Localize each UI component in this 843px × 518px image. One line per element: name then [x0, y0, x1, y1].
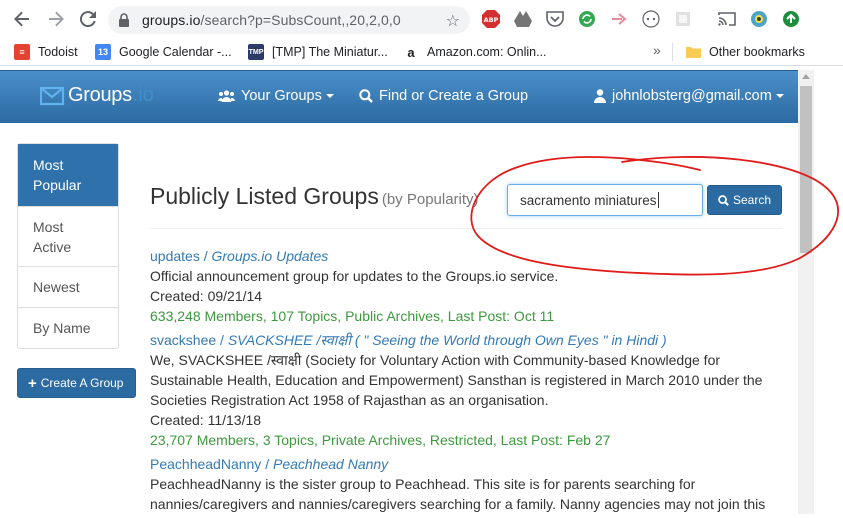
reload-icon[interactable]	[72, 3, 104, 35]
user-email: johnlobsterg@gmail.com	[612, 88, 772, 104]
sort-label: Most Popular	[33, 157, 82, 193]
bookmark-star-icon[interactable]: ☆	[446, 11, 460, 31]
caret-down-icon	[775, 94, 784, 98]
adblock-icon[interactable]: ABP	[481, 9, 501, 29]
page-subtitle: (by Popularity)	[381, 191, 479, 208]
user-icon	[594, 89, 606, 103]
forward-arrow-icon[interactable]	[40, 3, 72, 35]
find-create-group-link[interactable]: Find or Create a Group	[359, 88, 528, 104]
folder-icon	[685, 44, 701, 60]
find-create-label: Find or Create a Group	[379, 88, 529, 104]
calendar-icon: 13	[95, 44, 111, 60]
create-group-button[interactable]: + Create A Group	[17, 368, 136, 398]
group-name-link[interactable]: svackshee	[150, 332, 216, 348]
bookmark-todoist[interactable]: ≡ Todoist	[14, 44, 78, 60]
sort-label: By Name	[33, 320, 91, 336]
drive-icon[interactable]	[513, 9, 533, 29]
sort-most-active[interactable]: Most Active	[18, 206, 118, 266]
scroll-thumb[interactable]	[800, 86, 812, 253]
result-heading: updates / Groups.io Updates	[150, 248, 329, 264]
group-stats: 633,248 Members, 107 Topics, Public Arch…	[150, 308, 555, 324]
group-description: PeachheadNanny is the sister group to Pe…	[150, 476, 766, 512]
url-text: groups.io/search?p=SubsCount,,20,2,0,0	[142, 12, 401, 28]
bookmarks-overflow[interactable]: »	[653, 42, 661, 58]
sort-by-name[interactable]: By Name	[18, 307, 118, 348]
scroll-up-arrow-icon[interactable]	[802, 74, 810, 79]
lock-icon	[118, 13, 132, 27]
bookmarks-bar: ≡ Todoist 13 Google Calendar -... TMP [T…	[0, 38, 843, 66]
address-bar[interactable]: groups.io/search?p=SubsCount,,20,2,0,0 ☆	[108, 6, 470, 34]
search-icon	[718, 194, 729, 206]
back-arrow-icon[interactable]	[6, 3, 38, 35]
list-item: svackshee / SVACKSHEE /स्वाक्षी ( " Seei…	[150, 330, 790, 450]
group-description: Official announcement group for updates …	[150, 268, 559, 284]
brand-suffix: .io	[132, 84, 154, 106]
list-item: updates / Groups.io Updates Official ann…	[150, 246, 790, 326]
bookmark-label: [TMP] The Miniatur...	[272, 45, 388, 59]
result-heading: svackshee / SVACKSHEE /स्वाक्षी ( " Seei…	[150, 332, 667, 348]
plus-icon: +	[28, 374, 37, 392]
list-item: PeachheadNanny / Peachhead Nanny Peachhe…	[150, 454, 790, 514]
create-group-label: Create A Group	[40, 376, 124, 390]
page-scrollbar[interactable]	[798, 70, 814, 514]
svg-text:ABP: ABP	[484, 16, 499, 24]
bookmark-google-calendar[interactable]: 13 Google Calendar -...	[95, 44, 232, 60]
group-description: We, SVACKSHEE /स्वाक्षी (Society for Vol…	[150, 352, 763, 408]
todoist-icon: ≡	[14, 44, 30, 60]
your-groups-label: Your Groups	[241, 88, 322, 104]
search-button[interactable]: Search	[707, 185, 782, 215]
group-search-input[interactable]: sacramento miniatures	[507, 184, 703, 216]
bookmark-tmp[interactable]: TMP [TMP] The Miniatur...	[248, 44, 388, 60]
bookmark-label: Amazon.com: Onlin...	[427, 45, 547, 59]
group-created: Created: 11/13/18	[150, 412, 262, 428]
sync-icon[interactable]	[577, 9, 597, 29]
result-heading: PeachheadNanny / Peachhead Nanny	[150, 456, 389, 472]
sort-newest[interactable]: Newest	[18, 266, 118, 307]
brand-word: Groups	[68, 84, 132, 106]
search-icon	[359, 89, 373, 103]
pocket-icon[interactable]	[545, 9, 565, 29]
text-cursor	[657, 192, 659, 208]
group-stats: 23,707 Members, 3 Topics, Private Archiv…	[150, 432, 611, 448]
group-name-link[interactable]: PeachheadNanny	[150, 456, 261, 472]
cast-icon[interactable]	[717, 9, 737, 29]
sort-nav: Most Popular Most Active Newest By Name	[17, 143, 119, 349]
your-groups-dropdown[interactable]: Your Groups	[218, 88, 334, 104]
browser-toolbar: groups.io/search?p=SubsCount,,20,2,0,0 ☆…	[0, 0, 843, 38]
sort-most-popular[interactable]: Most Popular	[18, 144, 118, 206]
other-bookmarks-label: Other bookmarks	[709, 45, 805, 59]
page-title: Publicly Listed Groups (by Popularity)	[150, 183, 479, 210]
bookmark-label: Todoist	[38, 45, 78, 59]
group-full-name-link[interactable]: Peachhead Nanny	[273, 456, 388, 472]
search-input-value: sacramento miniatures	[520, 192, 657, 208]
site-navbar: Groups .io Your Groups Find or Create a G…	[0, 70, 798, 123]
envelope-icon	[40, 86, 65, 105]
share-icon[interactable]	[609, 9, 629, 29]
group-results-list: updates / Groups.io Updates Official ann…	[150, 246, 790, 518]
page-title-text: Publicly Listed Groups	[150, 183, 379, 209]
search-button-label: Search	[732, 193, 772, 207]
other-bookmarks[interactable]: Other bookmarks	[685, 44, 805, 60]
caret-down-icon	[325, 94, 334, 98]
extension-grid-icon[interactable]	[673, 9, 693, 29]
group-full-name-link[interactable]: Groups.io Updates	[212, 248, 329, 264]
user-menu-dropdown[interactable]: johnlobsterg@gmail.com	[594, 88, 784, 104]
group-created: Created: 09/21/14	[150, 288, 263, 304]
sort-label: Newest	[33, 279, 80, 295]
bookmark-divider	[672, 43, 673, 61]
group-full-name-link[interactable]: SVACKSHEE /स्वाक्षी ( " Seeing the World…	[228, 332, 667, 348]
group-name-link[interactable]: updates	[150, 248, 200, 264]
update-icon[interactable]	[781, 9, 801, 29]
users-icon	[218, 90, 235, 102]
bookmark-label: Google Calendar -...	[119, 45, 232, 59]
title-divider	[150, 228, 782, 229]
camera-extension-icon[interactable]	[749, 9, 769, 29]
bookmark-amazon[interactable]: a Amazon.com: Onlin...	[403, 44, 547, 60]
tmp-icon: TMP	[248, 44, 264, 60]
dots-icon[interactable]	[641, 9, 661, 29]
groups-io-logo[interactable]: Groups .io	[40, 84, 154, 107]
sort-label: Most Active	[33, 219, 72, 255]
overflow-chevron-icon: »	[653, 42, 661, 58]
amazon-icon: a	[403, 44, 419, 60]
